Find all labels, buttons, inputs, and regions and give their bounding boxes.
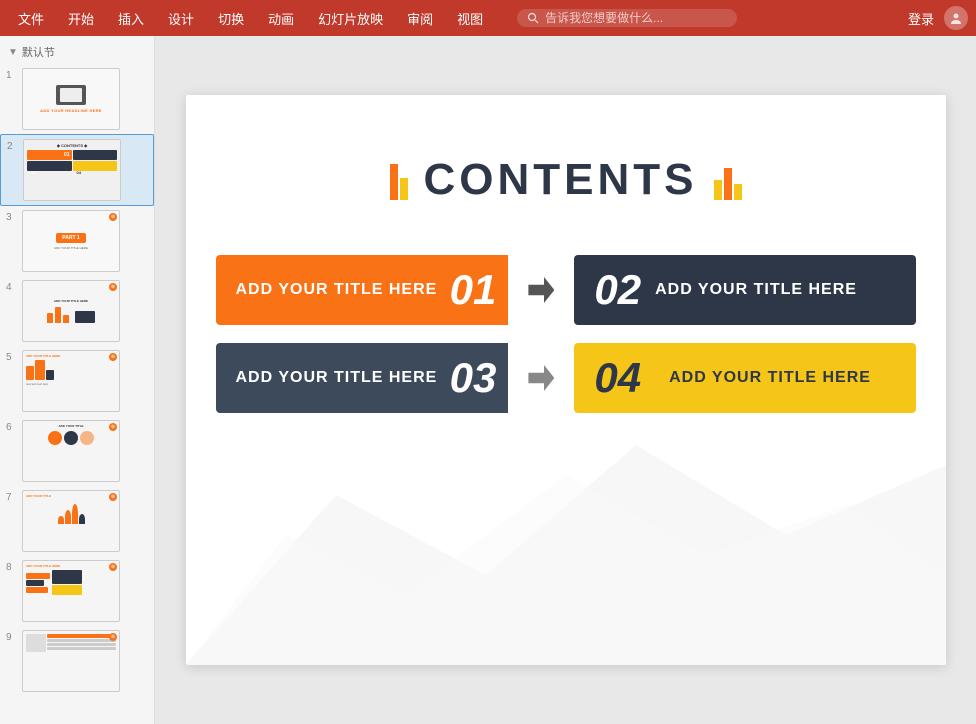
thumb-img-5: ADD YOUR TITLE HERE text text text text … [22, 350, 120, 412]
thumb-img-2: ◆ CONTENTS ◆ 01 02 03 04 [23, 139, 121, 201]
arrow-connector-1 [526, 277, 556, 303]
boxes-area: ADD YOUR TITLE HERE 01 02 ADD YOUR TITLE… [216, 255, 916, 413]
user-icon [949, 11, 963, 25]
bar-3 [714, 180, 722, 200]
box-row-2: ADD YOUR TITLE HERE 03 04 ADD YOUR TITLE… [216, 343, 916, 413]
bar-5 [734, 184, 742, 200]
search-input[interactable] [545, 11, 705, 25]
section-name: 默认节 [22, 44, 55, 60]
thumb-corner-icon-5: ⊕ [109, 353, 117, 361]
menu-animation[interactable]: 动画 [258, 5, 304, 32]
sidebar: ▼ 默认节 1 ADD YOUR HEADLINE HERE 2 ◆ CONTE… [0, 36, 155, 724]
thumb-corner-icon-9: ⊕ [109, 633, 117, 641]
login-button[interactable]: 登录 [908, 9, 934, 28]
mountain-background [186, 415, 946, 665]
content-box-2[interactable]: 02 ADD YOUR TITLE HERE [574, 255, 915, 325]
arrow-icon-1 [528, 277, 554, 303]
slide-thumb-3[interactable]: 3 PART 1 ADD YOUR TITLE HERE ⊕ [0, 206, 154, 276]
slide-title: CONTENTS [424, 155, 698, 205]
section-arrow: ▼ [8, 47, 18, 58]
slide-num-5: 5 [6, 352, 18, 363]
box-1-title: ADD YOUR TITLE HERE [236, 281, 438, 299]
bar-1 [390, 164, 398, 200]
menu-design[interactable]: 设计 [158, 5, 204, 32]
thumb-img-8: ADD YOUR TITLE HERE ⊕ [22, 560, 120, 622]
slide-thumb-6[interactable]: 6 ADD YOUR TITLE ⊕ [0, 416, 154, 486]
thumb-corner-icon-4: ⊕ [109, 283, 117, 291]
box-4-number: 04 [594, 357, 641, 399]
thumb-corner-icon-6: ⊕ [109, 423, 117, 431]
thumb-corner-icon-8: ⊕ [109, 563, 117, 571]
slide-canvas: CONTENTS ADD YOUR TITLE HERE 01 [186, 95, 946, 665]
bar-4 [724, 168, 732, 200]
menu-insert[interactable]: 插入 [108, 5, 154, 32]
arrow-icon-2 [528, 365, 554, 391]
slide-thumb-8[interactable]: 8 ADD YOUR TITLE HERE [0, 556, 154, 626]
menu-right: 登录 [908, 6, 968, 30]
slide-num-6: 6 [6, 422, 18, 433]
thumb-corner-icon-3: ⊕ [109, 213, 117, 221]
slide-num-1: 1 [6, 70, 18, 81]
slide-thumb-9[interactable]: 9 ⊕ [0, 626, 154, 696]
thumb-img-3: PART 1 ADD YOUR TITLE HERE ⊕ [22, 210, 120, 272]
slide-num-9: 9 [6, 632, 18, 643]
box-2-number: 02 [594, 269, 641, 311]
content-box-3[interactable]: ADD YOUR TITLE HERE 03 [216, 343, 509, 413]
section-label: ▼ 默认节 [0, 40, 154, 64]
menu-slideshow[interactable]: 幻灯片放映 [308, 5, 393, 32]
building-icon-left [390, 160, 408, 200]
slide-thumb-4[interactable]: 4 ADD YOUR TITLE HERE ⊕ [0, 276, 154, 346]
thumb-img-9: ⊕ [22, 630, 120, 692]
box-3-number: 03 [442, 343, 509, 413]
slide-num-4: 4 [6, 282, 18, 293]
menu-review[interactable]: 审阅 [397, 5, 443, 32]
content-box-4[interactable]: 04 ADD YOUR TITLE HERE [574, 343, 915, 413]
bar-2 [400, 178, 408, 200]
menu-transition[interactable]: 切换 [208, 5, 254, 32]
thumb-img-7: ADD YOUR TITLE ⊕ [22, 490, 120, 552]
slide-thumb-2[interactable]: 2 ◆ CONTENTS ◆ 01 02 03 04 [0, 134, 154, 206]
building-icon-right [714, 160, 742, 200]
menu-view[interactable]: 视图 [447, 5, 493, 32]
slide-thumb-7[interactable]: 7 ADD YOUR TITLE ⊕ [0, 486, 154, 556]
content-box-1[interactable]: ADD YOUR TITLE HERE 01 [216, 255, 509, 325]
box-2-title: ADD YOUR TITLE HERE [655, 281, 857, 299]
menu-home[interactable]: 开始 [58, 5, 104, 32]
slide-num-7: 7 [6, 492, 18, 503]
main-layout: ▼ 默认节 1 ADD YOUR HEADLINE HERE 2 ◆ CONTE… [0, 36, 976, 724]
menu-bar: 文件 开始 插入 设计 切换 动画 幻灯片放映 审阅 视图 登录 [0, 0, 976, 36]
thumb-corner-icon-7: ⊕ [109, 493, 117, 501]
slide-num-8: 8 [6, 562, 18, 573]
box-1-number: 01 [442, 255, 509, 325]
slide-num-3: 3 [6, 212, 18, 223]
slide-thumb-1[interactable]: 1 ADD YOUR HEADLINE HERE [0, 64, 154, 134]
content-area: CONTENTS ADD YOUR TITLE HERE 01 [155, 36, 976, 724]
thumb-img-6: ADD YOUR TITLE ⊕ [22, 420, 120, 482]
menu-file[interactable]: 文件 [8, 5, 54, 32]
search-box[interactable] [517, 9, 737, 27]
thumb-img-4: ADD YOUR TITLE HERE ⊕ [22, 280, 120, 342]
avatar[interactable] [944, 6, 968, 30]
slide-title-area: CONTENTS [390, 155, 742, 205]
slide-num-2: 2 [7, 141, 19, 152]
slide-thumb-5[interactable]: 5 ADD YOUR TITLE HERE text text text tex… [0, 346, 154, 416]
box-row-1: ADD YOUR TITLE HERE 01 02 ADD YOUR TITLE… [216, 255, 916, 325]
box-4-title: ADD YOUR TITLE HERE [669, 369, 871, 387]
box-3-title: ADD YOUR TITLE HERE [236, 369, 438, 387]
search-icon [527, 12, 539, 24]
thumb-img-1: ADD YOUR HEADLINE HERE [22, 68, 120, 130]
arrow-connector-2 [526, 365, 556, 391]
